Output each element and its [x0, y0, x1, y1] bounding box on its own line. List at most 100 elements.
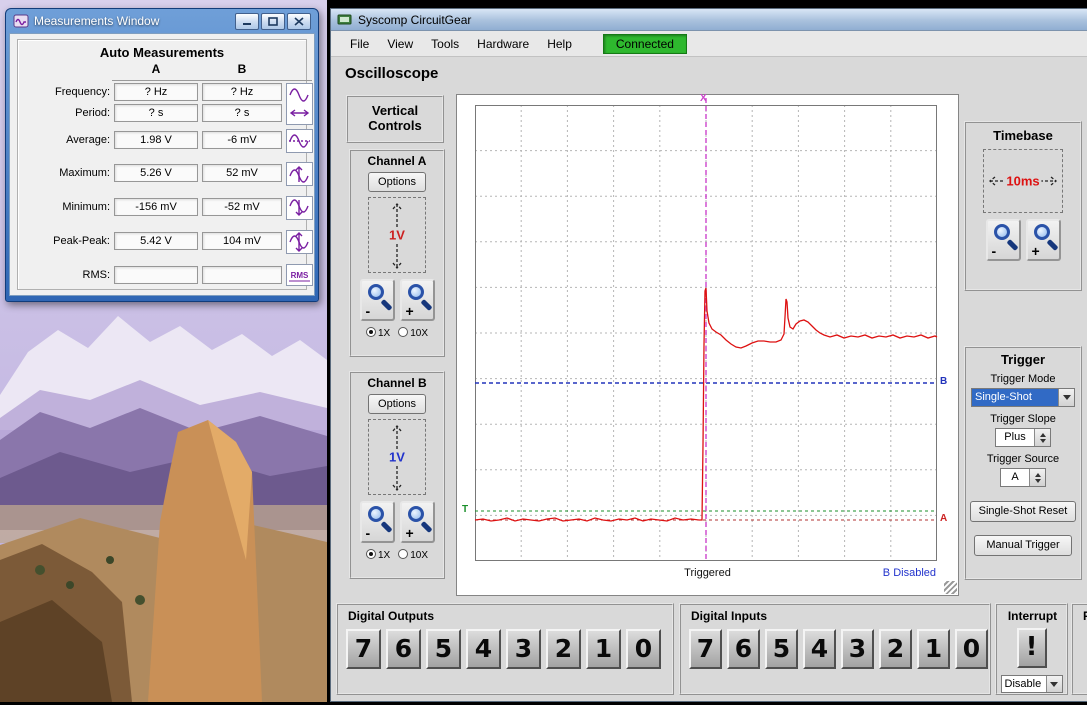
combobox-dropdown-button[interactable]: [1058, 389, 1074, 406]
close-button[interactable]: [287, 13, 311, 30]
minimize-button[interactable]: [235, 13, 259, 30]
pw-panel: PW: [1071, 603, 1087, 695]
channel-b-zoom-out-button[interactable]: -: [360, 501, 395, 543]
rms-a-value: [114, 266, 198, 284]
trigger-mode-combobox[interactable]: Single-Shot: [971, 388, 1075, 407]
maximize-button[interactable]: [261, 13, 285, 30]
row-label: Frequency:: [26, 83, 110, 101]
digit-button-0[interactable]: 0: [626, 629, 661, 669]
spinner-buttons[interactable]: [1029, 469, 1045, 486]
circuitgear-titlebar[interactable]: Syscomp CircuitGear: [331, 9, 1087, 31]
connected-status-badge[interactable]: Connected: [603, 34, 687, 54]
interrupt-button[interactable]: !: [1017, 628, 1047, 668]
interrupt-mode-combobox[interactable]: Disable: [1001, 675, 1063, 693]
channel-a-zoom-out-button[interactable]: -: [360, 279, 395, 321]
row-label: Period:: [26, 104, 110, 122]
digit-button-3[interactable]: 3: [841, 629, 874, 669]
svg-text:RMS: RMS: [291, 271, 309, 280]
channel-b-zoom-in-button[interactable]: +: [400, 501, 435, 543]
timebase-zoom-in-button[interactable]: +: [1026, 219, 1061, 261]
chevron-down-icon: [1063, 395, 1071, 400]
digit-button-4[interactable]: 4: [466, 629, 501, 669]
menu-file[interactable]: File: [341, 34, 378, 54]
digit-button-6[interactable]: 6: [727, 629, 760, 669]
combobox-dropdown-button[interactable]: [1046, 676, 1062, 692]
rms-b-value: [202, 266, 282, 284]
digit-button-1[interactable]: 1: [586, 629, 621, 669]
auto-measurements-groupbox: Auto Measurements A B Frequency: ? Hz ? …: [17, 39, 307, 290]
channel-a-ground-marker[interactable]: A: [940, 513, 947, 524]
channel-a-options-button[interactable]: Options: [368, 172, 426, 192]
timebase-zoom-out-button[interactable]: -: [986, 219, 1021, 261]
minimum-b-value: -52 mV: [202, 198, 282, 216]
measurements-titlebar[interactable]: Measurements Window: [9, 9, 315, 33]
trigger-source-label: Trigger Source: [966, 453, 1080, 465]
trigger-slope-label: Trigger Slope: [966, 413, 1080, 425]
radio-1x-label: 1X: [378, 550, 390, 561]
menu-tools[interactable]: Tools: [422, 34, 468, 54]
digit-button-5[interactable]: 5: [426, 629, 461, 669]
period-b-value: ? s: [202, 104, 282, 122]
trigger-level-marker[interactable]: T: [462, 504, 468, 515]
trigger-source-spinbox[interactable]: A: [1000, 468, 1046, 487]
measurements-header: A B: [26, 62, 298, 80]
minimum-a-value: -156 mV: [114, 198, 198, 216]
digit-button-2[interactable]: 2: [546, 629, 581, 669]
digit-button-4[interactable]: 4: [803, 629, 836, 669]
channel-a-zoom-in-button[interactable]: +: [400, 279, 435, 321]
channel-b-ground-marker[interactable]: B: [940, 376, 947, 387]
measurement-row-frequency: Frequency: ? Hz ? Hz: [26, 83, 298, 101]
resize-grip[interactable]: [944, 581, 957, 594]
auto-measurements-title: Auto Measurements: [26, 45, 298, 60]
channel-b-range-value: 1V: [386, 450, 408, 465]
timebase-range-widget[interactable]: 10ms: [983, 149, 1063, 213]
digit-button-3[interactable]: 3: [506, 629, 541, 669]
measurement-row-peakpeak: Peak-Peak: 5.42 V 104 mV: [26, 232, 298, 250]
channel-a-10x-radio[interactable]: 10X: [398, 327, 428, 339]
channel-b-options-button[interactable]: Options: [368, 394, 426, 414]
row-label: Peak-Peak:: [26, 232, 110, 250]
digit-button-0[interactable]: 0: [955, 629, 988, 669]
trigger-mode-label: Trigger Mode: [966, 373, 1080, 385]
manual-trigger-button[interactable]: Manual Trigger: [974, 535, 1072, 556]
measurement-row-period: Period: ? s ? s: [26, 104, 298, 122]
zoom-plus-label: +: [406, 525, 414, 541]
measurements-content: Auto Measurements A B Frequency: ? Hz ? …: [9, 33, 315, 296]
row-label: Average:: [26, 131, 110, 149]
menu-view[interactable]: View: [378, 34, 422, 54]
single-shot-reset-button[interactable]: Single-Shot Reset: [970, 501, 1076, 522]
channel-b-1x-radio[interactable]: 1X: [366, 549, 390, 561]
trigger-slope-spinbox[interactable]: Plus: [995, 428, 1051, 447]
peakpeak-waveform-icon: [286, 230, 313, 254]
digit-button-6[interactable]: 6: [386, 629, 421, 669]
zoom-minus-label: -: [366, 525, 371, 541]
digit-button-5[interactable]: 5: [765, 629, 798, 669]
peakpeak-a-value: 5.42 V: [114, 232, 198, 250]
timebase-panel: Timebase 10ms - +: [964, 121, 1082, 291]
radio-10x-label: 10X: [410, 550, 428, 561]
spinner-buttons[interactable]: [1034, 429, 1050, 446]
radio-icon: [398, 549, 408, 559]
channel-a-1x-radio[interactable]: 1X: [366, 327, 390, 339]
radio-1x-label: 1X: [378, 328, 390, 339]
digit-button-7[interactable]: 7: [346, 629, 381, 669]
digit-button-2[interactable]: 2: [879, 629, 912, 669]
menu-help[interactable]: Help: [538, 34, 581, 54]
trigger-position-marker[interactable]: X: [700, 93, 707, 104]
average-b-value: -6 mV: [202, 131, 282, 149]
scope-display[interactable]: X T B A Triggered B Disabled: [456, 94, 959, 596]
radio-10x-label: 10X: [410, 328, 428, 339]
channel-a-range-widget[interactable]: 1V: [368, 197, 426, 273]
digit-button-1[interactable]: 1: [917, 629, 950, 669]
b-disabled-label: B Disabled: [883, 567, 936, 579]
digital-inputs-panel: Digital Inputs 76543210: [679, 603, 991, 695]
trigger-source-value: A: [1001, 469, 1029, 486]
magnifier-icon: [1034, 224, 1050, 240]
row-label: RMS:: [26, 266, 110, 284]
menu-hardware[interactable]: Hardware: [468, 34, 538, 54]
channel-b-10x-radio[interactable]: 10X: [398, 549, 428, 561]
minimum-waveform-icon: [286, 196, 313, 220]
channel-b-range-widget[interactable]: 1V: [368, 419, 426, 495]
frequency-period-waveform-icon: [286, 83, 313, 125]
digit-button-7[interactable]: 7: [689, 629, 722, 669]
